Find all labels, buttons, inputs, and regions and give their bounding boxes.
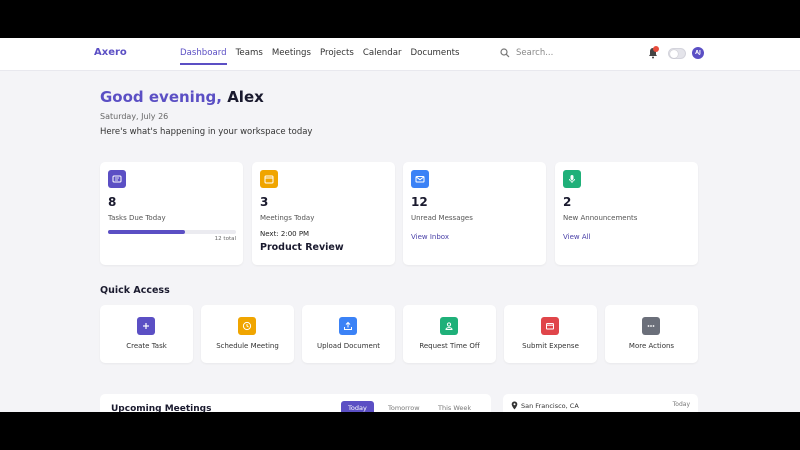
more-actions-button[interactable]: More Actions	[605, 305, 698, 363]
upload-icon	[339, 317, 357, 335]
tab-this-week[interactable]: This Week	[431, 401, 478, 412]
greeting-prefix: Good evening,	[100, 88, 222, 106]
stat-label: Unread Messages	[411, 214, 473, 222]
main-nav: Dashboard Teams Meetings Projects Calend…	[180, 48, 460, 65]
stat-value: 8	[108, 195, 117, 209]
avatar[interactable]: AJ	[692, 47, 704, 59]
upcoming-meetings-title: Upcoming Meetings	[111, 404, 212, 412]
stat-label: New Announcements	[563, 214, 638, 222]
task-list-icon	[108, 170, 126, 188]
more-icon	[642, 317, 660, 335]
nav-meetings[interactable]: Meetings	[272, 48, 311, 65]
search-icon	[500, 48, 510, 58]
submit-expense-button[interactable]: Submit Expense	[504, 305, 597, 363]
nav-documents[interactable]: Documents	[411, 48, 460, 65]
stat-value: 12	[411, 195, 428, 209]
nav-dashboard[interactable]: Dashboard	[180, 48, 227, 65]
tasks-total: 12 total	[214, 236, 236, 242]
tasks-progress-fill	[108, 230, 185, 234]
tab-today[interactable]: Today	[341, 401, 374, 412]
app-viewport: Axero Dashboard Teams Meetings Projects …	[0, 38, 800, 412]
quick-access-title: Quick Access	[100, 285, 170, 296]
stat-label: Meetings Today	[260, 214, 315, 222]
wallet-icon	[541, 317, 559, 335]
tab-tomorrow[interactable]: Tomorrow	[381, 401, 427, 412]
greeting-subtitle: Here's what's happening in your workspac…	[100, 127, 313, 137]
user-name: Alex	[227, 88, 264, 106]
quick-action-label: Schedule Meeting	[216, 342, 279, 350]
view-all-link[interactable]: View All	[563, 233, 591, 241]
weather-panel: San Francisco, CA Today	[503, 394, 698, 412]
request-time-off-button[interactable]: Request Time Off	[403, 305, 496, 363]
top-navbar: Axero Dashboard Teams Meetings Projects …	[0, 38, 800, 71]
weather-location-label: San Francisco, CA	[521, 401, 579, 410]
theme-toggle[interactable]	[668, 48, 686, 59]
quick-action-label: Create Task	[126, 342, 167, 350]
plus-icon	[137, 317, 155, 335]
current-date: Saturday, July 26	[100, 112, 169, 121]
stat-card-meetings[interactable]: 3 Meetings Today Next: 2:00 PM Product R…	[252, 162, 395, 265]
quick-action-label: More Actions	[628, 342, 675, 350]
notification-badge	[653, 46, 659, 52]
stat-value: 2	[563, 195, 572, 209]
stat-card-tasks[interactable]: 8 Tasks Due Today 12 total	[100, 162, 243, 265]
nav-calendar[interactable]: Calendar	[363, 48, 402, 65]
quick-action-label: Request Time Off	[419, 342, 480, 350]
upload-document-button[interactable]: Upload Document	[302, 305, 395, 363]
schedule-meeting-button[interactable]: Schedule Meeting	[201, 305, 294, 363]
calendar-icon	[260, 170, 278, 188]
nav-projects[interactable]: Projects	[320, 48, 354, 65]
weather-day: Today	[672, 401, 690, 408]
weather-location: San Francisco, CA	[511, 401, 579, 410]
upcoming-meetings-panel: Upcoming Meetings Today Tomorrow This We…	[100, 394, 491, 412]
quick-action-label: Upload Document	[316, 342, 381, 350]
tasks-progress-bar	[108, 230, 236, 234]
view-inbox-link[interactable]: View Inbox	[411, 233, 449, 241]
create-task-button[interactable]: Create Task	[100, 305, 193, 363]
location-pin-icon	[511, 401, 518, 410]
next-meeting-time: Next: 2:00 PM	[260, 230, 310, 238]
stat-card-announcements[interactable]: 2 New Announcements View All	[555, 162, 698, 265]
clock-icon	[238, 317, 256, 335]
greeting-heading: Good evening, Alex	[100, 88, 264, 106]
stat-card-messages[interactable]: 12 Unread Messages View Inbox	[403, 162, 546, 265]
stat-value: 3	[260, 195, 269, 209]
stat-label: Tasks Due Today	[108, 214, 166, 222]
nav-teams[interactable]: Teams	[236, 48, 263, 65]
microphone-icon	[563, 170, 581, 188]
quick-action-label: Submit Expense	[522, 342, 579, 350]
app-logo[interactable]: Axero	[94, 47, 127, 58]
search-input[interactable]: Search...	[500, 48, 553, 58]
person-icon	[440, 317, 458, 335]
next-meeting-title: Product Review	[260, 242, 344, 253]
mail-icon	[411, 170, 429, 188]
search-placeholder: Search...	[516, 48, 554, 58]
